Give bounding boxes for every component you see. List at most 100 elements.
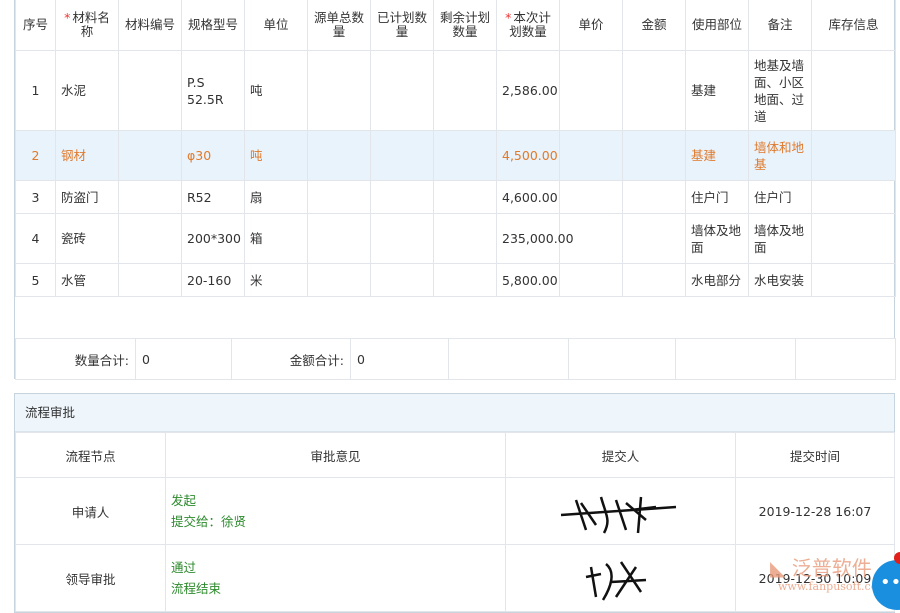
header-label: 源单总数量 (314, 10, 364, 39)
cell-7[interactable] (434, 131, 497, 181)
amount-total-label: 金额合计: (232, 339, 351, 380)
cell-2[interactable] (119, 181, 182, 214)
cell-6[interactable] (371, 51, 434, 131)
cell-7[interactable] (434, 214, 497, 264)
cell-5[interactable] (308, 51, 371, 131)
cell-10[interactable] (623, 214, 686, 264)
cell-0[interactable]: 3 (16, 181, 56, 214)
cell-10[interactable] (623, 51, 686, 131)
col-submitter: 提交人 (506, 433, 736, 478)
cell-0[interactable]: 2 (16, 131, 56, 181)
cell-1[interactable]: 水管 (56, 264, 119, 297)
amount-total-value: 0 (351, 339, 449, 380)
cell-11[interactable]: 住户门 (686, 181, 749, 214)
cell-3[interactable]: R52 (182, 181, 245, 214)
cell-11[interactable]: 水电部分 (686, 264, 749, 297)
cell-0[interactable]: 1 (16, 51, 56, 131)
cell-3[interactable]: P.S 52.5R (182, 51, 245, 131)
cell-12[interactable]: 墙体及地面 (749, 214, 812, 264)
cell-8[interactable]: 5,800.00 (497, 264, 560, 297)
header-label: 单价 (578, 17, 603, 32)
cell-6[interactable] (371, 131, 434, 181)
cell-11[interactable]: 基建 (686, 51, 749, 131)
cell-1[interactable]: 钢材 (56, 131, 119, 181)
cell-10[interactable] (623, 264, 686, 297)
cell-11[interactable]: 基建 (686, 131, 749, 181)
cell-6[interactable] (371, 214, 434, 264)
cell-8[interactable]: 4,500.00 (497, 131, 560, 181)
cell-8[interactable]: 2,586.00 (497, 51, 560, 131)
cell-12[interactable]: 地基及墙面、小区地面、过道 (749, 51, 812, 131)
column-header: *材料名称 (56, 0, 119, 51)
cell-13[interactable] (812, 214, 896, 264)
cell-4[interactable]: 吨 (245, 51, 308, 131)
cell-4[interactable]: 扇 (245, 181, 308, 214)
cell-2[interactable] (119, 214, 182, 264)
cell-13[interactable] (812, 181, 896, 214)
cell-2[interactable] (119, 131, 182, 181)
cell-1[interactable]: 防盗门 (56, 181, 119, 214)
column-header: 金额 (623, 0, 686, 51)
cell-2[interactable] (119, 51, 182, 131)
cell-5[interactable] (308, 264, 371, 297)
cell-4[interactable]: 箱 (245, 214, 308, 264)
signature (506, 478, 736, 545)
cell-1[interactable]: 水泥 (56, 51, 119, 131)
cell-2[interactable] (119, 264, 182, 297)
table-row[interactable]: 5水管 20-160米 5,800.00 水电部分水电安装 (16, 264, 896, 297)
cell-13[interactable] (812, 51, 896, 131)
node: 申请人 (16, 478, 166, 545)
column-header: 材料编号 (119, 0, 182, 51)
column-header: 剩余计划数量 (434, 0, 497, 51)
cell-4[interactable]: 米 (245, 264, 308, 297)
cell-6[interactable] (371, 264, 434, 297)
header-label: 库存信息 (828, 17, 878, 32)
cell-1[interactable]: 瓷砖 (56, 214, 119, 264)
signature (506, 545, 736, 612)
table-row[interactable]: 3防盗门 R52扇 4,600.00 住户门住户门 (16, 181, 896, 214)
cell-11[interactable]: 墙体及地面 (686, 214, 749, 264)
opinion: 通过 (171, 557, 505, 578)
cell-4[interactable]: 吨 (245, 131, 308, 181)
materials-table: 序号*材料名称材料编号规格型号单位源单总数量已计划数量剩余计划数量*本次计划数量… (15, 0, 896, 341)
cell-13[interactable] (812, 131, 896, 181)
cell-5[interactable] (308, 131, 371, 181)
cell-7[interactable] (434, 51, 497, 131)
cell-3[interactable]: φ30 (182, 131, 245, 181)
cell-12[interactable]: 墙体和地基 (749, 131, 812, 181)
cell-12[interactable]: 住户门 (749, 181, 812, 214)
cell-13[interactable] (812, 264, 896, 297)
cell-7[interactable] (434, 181, 497, 214)
cell-3[interactable]: 200*300 (182, 214, 245, 264)
signature-image (556, 485, 686, 535)
column-header: 源单总数量 (308, 0, 371, 51)
cell-10[interactable] (623, 181, 686, 214)
qty-total-value: 0 (136, 339, 232, 380)
cell-9[interactable] (560, 131, 623, 181)
table-row[interactable]: 2钢材 φ30吨 4,500.00 基建墙体和地基 (16, 131, 896, 181)
cell-7[interactable] (434, 264, 497, 297)
table-row[interactable]: 1水泥 P.S 52.5R吨 2,586.00 基建地基及墙面、小区地面、过道 (16, 51, 896, 131)
cell-8[interactable]: 4,600.00 (497, 181, 560, 214)
column-header: 规格型号 (182, 0, 245, 51)
cell-0[interactable]: 5 (16, 264, 56, 297)
cell-3[interactable]: 20-160 (182, 264, 245, 297)
column-header: 单价 (560, 0, 623, 51)
cell-9[interactable] (560, 264, 623, 297)
cell-0[interactable]: 4 (16, 214, 56, 264)
header-label: 金额 (641, 17, 666, 32)
approval-row: 申请人 发起提交给：徐贤 2019-12-28 16:07 (16, 478, 895, 545)
node: 领导审批 (16, 545, 166, 612)
table-row[interactable]: 4瓷砖 200*300箱 235,000.00 墙体及地面墙体及地面 (16, 214, 896, 264)
cell-9[interactable] (560, 51, 623, 131)
cell-6[interactable] (371, 181, 434, 214)
cell-9[interactable] (560, 181, 623, 214)
cell-5[interactable] (308, 181, 371, 214)
cell-10[interactable] (623, 131, 686, 181)
column-header: 已计划数量 (371, 0, 434, 51)
cell-12[interactable]: 水电安装 (749, 264, 812, 297)
cell-8[interactable]: 235,000.00 (497, 214, 560, 264)
opinion-detail: 提交给：徐贤 (171, 511, 505, 532)
header-label: 材料编号 (125, 17, 175, 32)
cell-5[interactable] (308, 214, 371, 264)
